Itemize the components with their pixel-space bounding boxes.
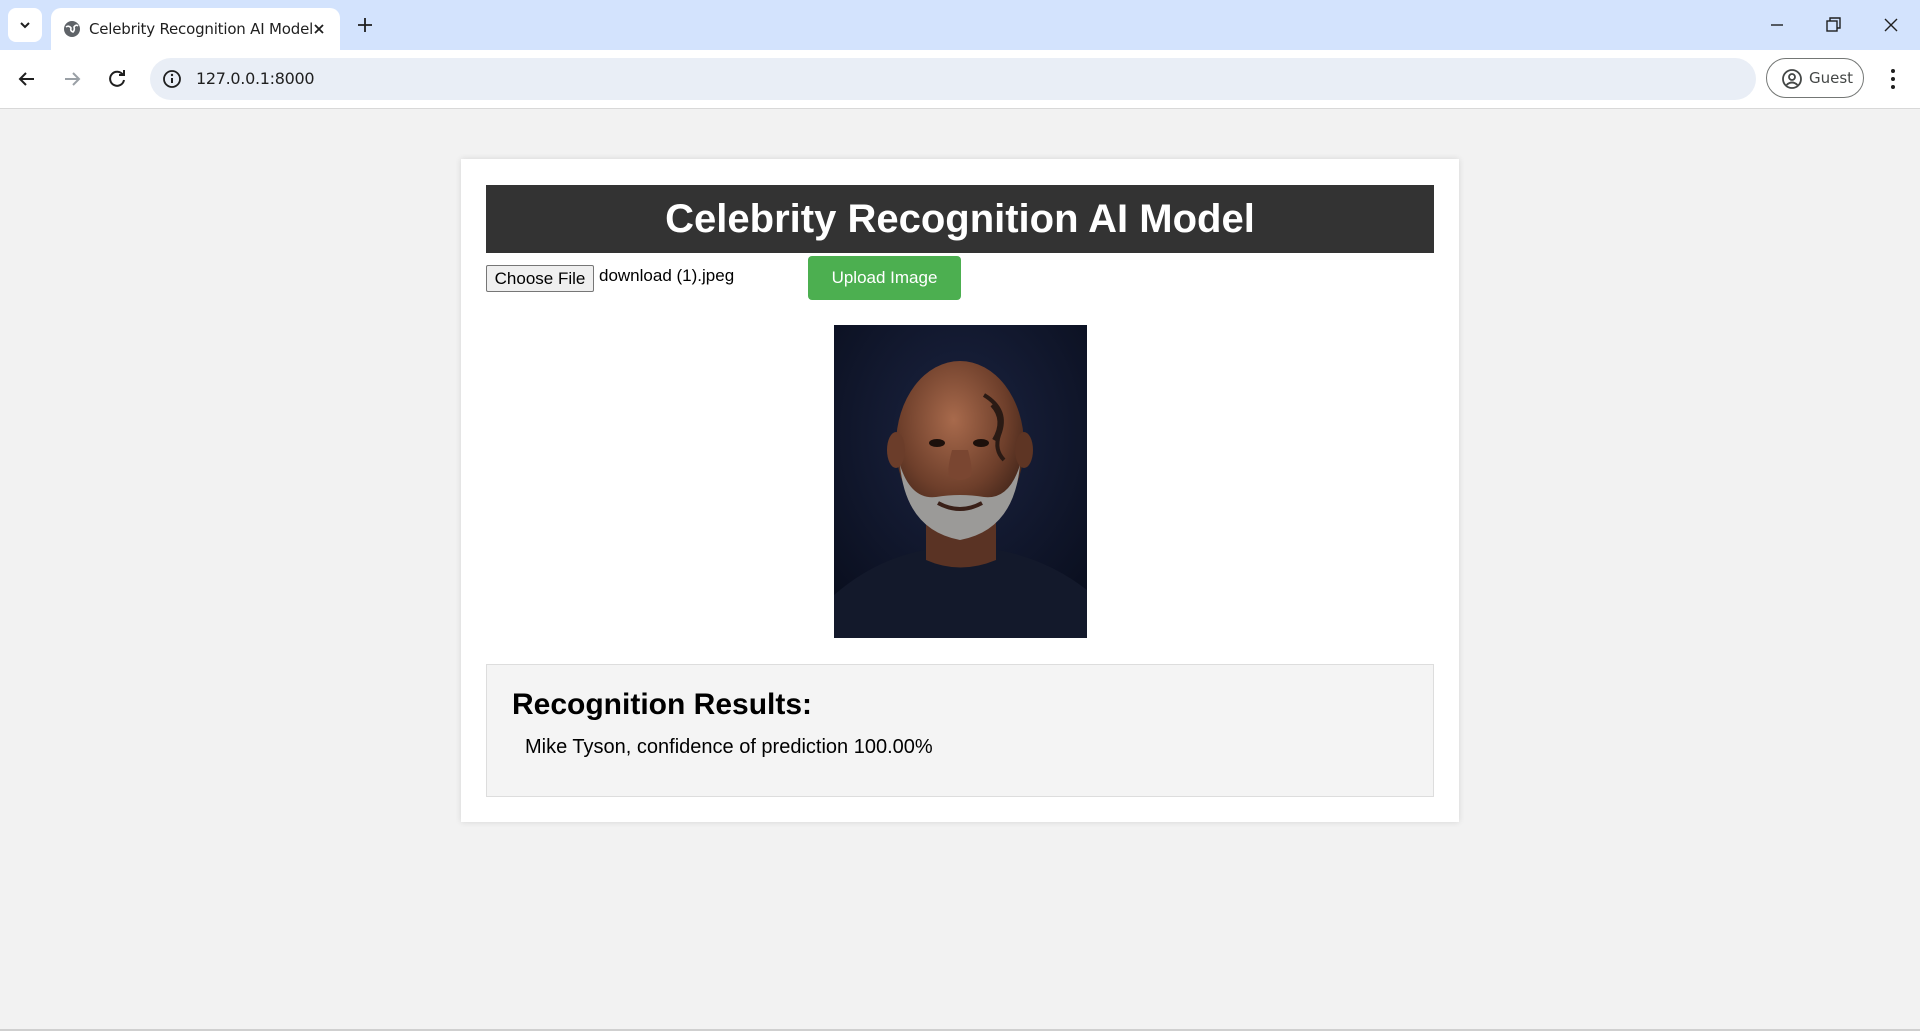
profile-button[interactable]: Guest	[1766, 58, 1864, 98]
close-icon[interactable]	[310, 20, 328, 38]
uploaded-image-preview	[834, 325, 1087, 638]
results-heading: Recognition Results:	[512, 688, 813, 721]
tab-search-button[interactable]	[8, 8, 42, 42]
tab-title: Celebrity Recognition AI Model	[89, 20, 314, 38]
minimize-icon[interactable]	[1766, 14, 1788, 36]
new-tab-icon[interactable]	[354, 14, 376, 36]
forward-arrow-icon[interactable]	[59, 66, 85, 92]
chevron-down-icon	[20, 22, 30, 29]
profile-label: Guest	[1809, 69, 1854, 87]
back-arrow-icon[interactable]	[14, 66, 40, 92]
globe-icon	[64, 21, 80, 37]
active-tab[interactable]: Celebrity Recognition AI Model	[51, 8, 340, 50]
more-vertical-icon[interactable]	[1880, 65, 1906, 93]
browser-toolbar: 127.0.0.1:8000 Guest	[0, 50, 1920, 109]
url-text[interactable]: 127.0.0.1:8000	[196, 69, 315, 88]
selected-file-name: download (1).jpeg	[599, 266, 735, 285]
info-icon[interactable]	[162, 69, 182, 89]
app-card: Celebrity Recognition AI Model Choose Fi…	[461, 159, 1459, 822]
recognition-results-panel: Recognition Results: Mike Tyson, confide…	[486, 664, 1434, 797]
page-title: Celebrity Recognition AI Model	[486, 185, 1434, 253]
tab-strip: Celebrity Recognition AI Model	[0, 0, 1920, 50]
restore-icon[interactable]	[1822, 14, 1844, 36]
portrait-photo	[834, 325, 1087, 638]
reload-icon[interactable]	[104, 66, 130, 92]
upload-image-button[interactable]: Upload Image	[808, 256, 961, 300]
account-circle-icon	[1782, 69, 1802, 89]
window-close-icon[interactable]	[1880, 14, 1902, 36]
result-item: Mike Tyson, confidence of prediction 100…	[525, 736, 933, 758]
choose-file-button[interactable]: Choose File	[486, 265, 594, 292]
address-bar[interactable]: 127.0.0.1:8000	[150, 58, 1756, 100]
